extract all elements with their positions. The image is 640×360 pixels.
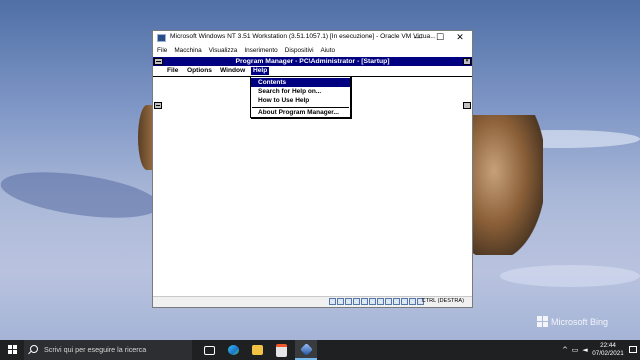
maximize-arrow-icon[interactable]: ▾ xyxy=(463,58,471,65)
notification-center-icon[interactable] xyxy=(626,340,640,360)
host-key-label: CTRL (DESTRA) xyxy=(421,298,464,304)
pm-menu-file[interactable]: File xyxy=(167,67,178,75)
vm-menu-input[interactable]: Inserimento xyxy=(240,46,280,57)
windows-logo-icon xyxy=(536,316,548,327)
help-dropdown-menu: Contents Search for Help on... How to Us… xyxy=(250,76,351,118)
clock-time: 22:44 xyxy=(600,342,616,349)
program-manager-title: Program Manager - PC\Administrator - [St… xyxy=(235,58,390,65)
device-status-icons xyxy=(329,298,424,305)
help-item-search[interactable]: Search for Help on... xyxy=(251,87,350,96)
maximize-button[interactable]: ☐ xyxy=(430,31,450,45)
floppy-icon[interactable] xyxy=(345,298,352,305)
child-system-menu-icon[interactable] xyxy=(154,102,162,109)
taskbar: Scrivi qui per eseguire la ricerca ^ ▭ ◄… xyxy=(0,340,640,360)
search-icon xyxy=(30,345,38,353)
vm-titlebar[interactable]: Microsoft Windows NT 3.51 Workstation (3… xyxy=(153,31,472,45)
task-view-button[interactable] xyxy=(198,340,220,360)
windows-logo-icon xyxy=(8,345,17,354)
virtualbox-icon xyxy=(157,34,166,42)
minimize-button[interactable]: — xyxy=(408,31,428,45)
pm-menu-options[interactable]: Options xyxy=(187,67,212,75)
system-tray: ^ ▭ ◄ 22:44 07/02/2021 xyxy=(560,340,640,360)
store-icon xyxy=(275,343,287,357)
virtualbox-taskbar-button[interactable] xyxy=(295,340,317,360)
program-manager-titlebar[interactable]: Program Manager - PC\Administrator - [St… xyxy=(153,57,472,66)
pm-menu-help[interactable]: Help xyxy=(251,67,270,75)
vm-menu-file[interactable]: File xyxy=(153,46,170,57)
background-cloud xyxy=(500,265,640,287)
volume-icon[interactable]: ◄ xyxy=(580,346,590,354)
clock-date: 07/02/2021 xyxy=(592,350,624,357)
clock[interactable]: 22:44 07/02/2021 xyxy=(590,342,626,358)
virtualbox-icon xyxy=(299,342,313,356)
edge-button[interactable] xyxy=(222,340,244,360)
edge-icon xyxy=(227,345,239,355)
network-icon[interactable] xyxy=(361,298,368,305)
vm-menubar: File Macchina Visualizza Inserimento Dis… xyxy=(153,46,472,57)
watermark-label: Microsoft Bing xyxy=(550,316,608,327)
folder-icon xyxy=(251,345,263,355)
audio-icon[interactable] xyxy=(353,298,360,305)
chevron-up-icon[interactable]: ^ xyxy=(560,346,570,354)
cpu-icon[interactable] xyxy=(401,298,408,305)
virtualbox-window: Microsoft Windows NT 3.51 Workstation (3… xyxy=(152,30,473,308)
help-item-how-to-use[interactable]: How to Use Help xyxy=(251,96,350,105)
usb-icon[interactable] xyxy=(369,298,376,305)
owl-body xyxy=(473,115,543,255)
taskbar-search-box[interactable]: Scrivi qui per eseguire la ricerca xyxy=(24,340,192,360)
vm-menu-help[interactable]: Aiuto xyxy=(316,46,338,57)
vm-window-title: Microsoft Windows NT 3.51 Workstation (3… xyxy=(170,33,436,40)
file-explorer-button[interactable] xyxy=(246,340,268,360)
bing-watermark: Microsoft Bing xyxy=(536,316,608,327)
system-menu-icon[interactable] xyxy=(154,58,163,65)
recording-icon[interactable] xyxy=(393,298,400,305)
optical-drive-icon[interactable] xyxy=(337,298,344,305)
background-cloud xyxy=(0,164,163,226)
hard-disk-icon[interactable] xyxy=(329,298,336,305)
vm-statusbar: CTRL (DESTRA) xyxy=(153,296,472,307)
store-button[interactable] xyxy=(270,340,292,360)
help-item-contents[interactable]: Contents xyxy=(251,78,350,87)
search-placeholder: Scrivi qui per eseguire la ricerca xyxy=(44,345,147,354)
task-view-icon xyxy=(203,345,215,355)
shared-folder-icon[interactable] xyxy=(377,298,384,305)
start-button[interactable] xyxy=(0,340,24,360)
network-icon[interactable]: ▭ xyxy=(570,346,580,354)
restore-icon[interactable] xyxy=(463,102,471,109)
display-icon[interactable] xyxy=(385,298,392,305)
pm-menu-window[interactable]: Window xyxy=(220,67,245,75)
vm-menu-machine[interactable]: Macchina xyxy=(170,46,204,57)
vm-menu-devices[interactable]: Dispositivi xyxy=(281,46,317,57)
mouse-integration-icon[interactable] xyxy=(409,298,416,305)
vm-menu-view[interactable]: Visualizza xyxy=(205,46,241,57)
help-item-about[interactable]: About Program Manager... xyxy=(251,108,350,117)
close-button[interactable]: ✕ xyxy=(450,31,470,45)
